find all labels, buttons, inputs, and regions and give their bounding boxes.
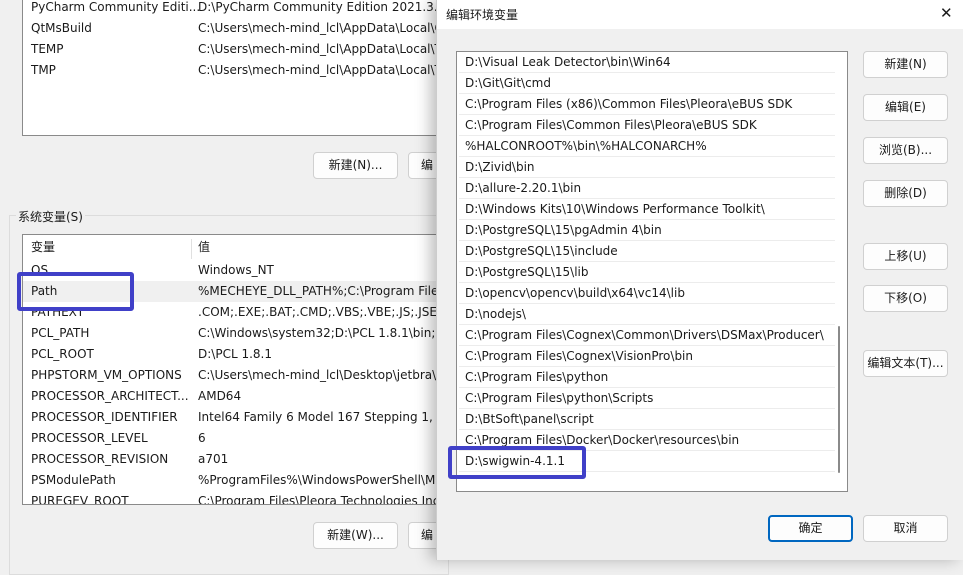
edit-text-button[interactable]: 编辑文本(T)... bbox=[863, 350, 948, 377]
table-row[interactable]: PSModulePath %ProgramFiles%\WindowsPowerS… bbox=[23, 470, 451, 491]
path-item[interactable]: D:\allure-2.20.1\bin bbox=[459, 178, 835, 199]
variable-value: C:\Windows\system32;D:\PCL 1.8.1\bin;D: bbox=[198, 326, 449, 340]
variable-value: C:\Users\mech-mind_lcl\Desktop\jetbra\v bbox=[198, 368, 444, 382]
user-new-button[interactable]: 新建(N)... bbox=[313, 152, 398, 179]
variable-value: a701 bbox=[198, 452, 229, 466]
user-variables-list[interactable]: PyCharm Community Editi... D:\PyCharm Com… bbox=[22, 0, 452, 136]
table-row[interactable]: PROCESSOR_LEVEL 6 bbox=[23, 428, 451, 449]
path-highlight-box bbox=[17, 272, 134, 311]
table-row[interactable]: PHPSTORM_VM_OPTIONS C:\Users\mech-mind_lc… bbox=[23, 365, 451, 386]
variable-name: PROCESSOR_REVISION bbox=[31, 452, 169, 466]
path-item[interactable]: %HALCONROOT%\bin\%HALCONARCH% bbox=[459, 136, 835, 157]
variable-value: C:\Users\mech-mind_lcl\AppData\Local\T bbox=[198, 63, 442, 77]
path-item[interactable]: D:\PostgreSQL\15\pgAdmin 4\bin bbox=[459, 220, 835, 241]
variable-name: PROCESSOR_IDENTIFIER bbox=[31, 410, 178, 424]
column-divider[interactable] bbox=[191, 239, 192, 259]
variable-value: Intel64 Family 6 Model 167 Stepping 1, G bbox=[198, 410, 446, 424]
variable-name: PROCESSOR_ARCHITECT... bbox=[31, 389, 189, 403]
path-item[interactable]: D:\Visual Leak Detector\bin\Win64 bbox=[459, 52, 835, 73]
cancel-button[interactable]: 取消 bbox=[863, 515, 948, 542]
variable-name: PHPSTORM_VM_OPTIONS bbox=[31, 368, 182, 382]
scrollbar-thumb[interactable] bbox=[838, 326, 840, 473]
table-row[interactable]: TMP C:\Users\mech-mind_lcl\AppData\Local\… bbox=[23, 60, 451, 81]
path-item[interactable]: D:\opencv\opencv\build\x64\vc14\lib bbox=[459, 283, 835, 304]
table-row[interactable]: PROCESSOR_REVISION a701 bbox=[23, 449, 451, 470]
variable-value: D:\PCL 1.8.1 bbox=[198, 347, 272, 361]
variable-value: %MECHEYE_DLL_PATH%;C:\Program Files bbox=[198, 284, 445, 298]
table-row[interactable]: PCL_PATH C:\Windows\system32;D:\PCL 1.8.1… bbox=[23, 323, 451, 344]
table-row[interactable]: PROCESSOR_ARCHITECT... AMD64 bbox=[23, 386, 451, 407]
table-row[interactable]: PROCESSOR_IDENTIFIER Intel64 Family 6 Mod… bbox=[23, 407, 451, 428]
path-item[interactable]: C:\Program Files\python bbox=[459, 367, 835, 388]
list-header: 变量 值 bbox=[23, 237, 451, 259]
variable-name: PSModulePath bbox=[31, 473, 116, 487]
variable-name: PCL_PATH bbox=[31, 326, 90, 340]
variable-value: 6 bbox=[198, 431, 206, 445]
path-item[interactable]: C:\Program Files\Cognex\Common\Drivers\D… bbox=[459, 325, 835, 346]
variable-name: PCL_ROOT bbox=[31, 347, 94, 361]
table-row[interactable]: TEMP C:\Users\mech-mind_lcl\AppData\Local… bbox=[23, 39, 451, 60]
variable-name: TEMP bbox=[31, 42, 64, 56]
edit-button[interactable]: 编辑(E) bbox=[863, 94, 948, 121]
browse-button[interactable]: 浏览(B)... bbox=[863, 137, 948, 164]
swigwin-highlight-box bbox=[448, 446, 586, 479]
variable-name: PROCESSOR_LEVEL bbox=[31, 431, 148, 445]
path-item[interactable]: C:\Program Files\python\Scripts bbox=[459, 388, 835, 409]
variable-value: C:\Users\mech-mind_lcl\AppData\Local\Q bbox=[198, 21, 444, 35]
variable-name: TMP bbox=[31, 63, 56, 77]
new-button[interactable]: 新建(N) bbox=[863, 51, 948, 78]
system-new-button[interactable]: 新建(W)... bbox=[313, 522, 398, 549]
delete-button[interactable]: 删除(D) bbox=[863, 180, 948, 207]
path-item[interactable]: C:\Program Files\Common Files\Pleora\eBU… bbox=[459, 115, 835, 136]
path-item[interactable]: D:\Git\Git\cmd bbox=[459, 73, 835, 94]
variable-value: AMD64 bbox=[198, 389, 242, 403]
table-row[interactable]: PCL_ROOT D:\PCL 1.8.1 bbox=[23, 344, 451, 365]
path-item[interactable]: C:\Program Files\Cognex\VisionPro\bin bbox=[459, 346, 835, 367]
variable-name: PyCharm Community Editi... bbox=[31, 0, 201, 14]
edit-env-dialog: 编辑环境变量 ✕ D:\swigwin-4.1.1 C:\Program File… bbox=[436, 0, 963, 560]
variable-value: .COM;.EXE;.BAT;.CMD;.VBS;.VBE;.JS;.JSE;.… bbox=[198, 305, 452, 319]
column-header-value[interactable]: 值 bbox=[198, 237, 210, 258]
variable-value: C:\Program Files\Pleora Technologies Inc bbox=[198, 494, 440, 505]
variable-value: %ProgramFiles%\WindowsPowerShell\Mo bbox=[198, 473, 443, 487]
dialog-title: 编辑环境变量 bbox=[446, 8, 519, 22]
path-item[interactable]: C:\Program Files (x86)\Common Files\Pleo… bbox=[459, 94, 835, 115]
path-item[interactable]: D:\nodejs\ bbox=[459, 304, 835, 325]
path-item[interactable]: D:\PostgreSQL\15\lib bbox=[459, 262, 835, 283]
variable-name: PUREGEV_ROOT bbox=[31, 494, 129, 505]
variable-value: C:\Users\mech-mind_lcl\AppData\Local\T bbox=[198, 42, 442, 56]
table-row[interactable]: PUREGEV_ROOT C:\Program Files\Pleora Tech… bbox=[23, 491, 451, 505]
path-item[interactable]: D:\Windows Kits\10\Windows Performance T… bbox=[459, 199, 835, 220]
ok-button[interactable]: 确定 bbox=[768, 515, 853, 542]
variable-value: D:\PyCharm Community Edition 2021.3.2\ bbox=[198, 0, 450, 14]
path-item[interactable]: D:\PostgreSQL\15\include bbox=[459, 241, 835, 262]
variable-name: QtMsBuild bbox=[31, 21, 92, 35]
table-row[interactable]: QtMsBuild C:\Users\mech-mind_lcl\AppData\… bbox=[23, 18, 451, 39]
variable-value: Windows_NT bbox=[198, 263, 274, 277]
path-item[interactable]: D:\BtSoft\panel\script bbox=[459, 409, 835, 430]
path-list[interactable]: D:\swigwin-4.1.1 C:\Program Files\Docker\… bbox=[456, 51, 848, 492]
table-row[interactable]: PyCharm Community Editi... D:\PyCharm Com… bbox=[23, 0, 451, 18]
move-down-button[interactable]: 下移(O) bbox=[863, 285, 948, 312]
move-up-button[interactable]: 上移(U) bbox=[863, 243, 948, 270]
close-icon[interactable]: ✕ bbox=[940, 4, 953, 22]
path-item[interactable]: D:\Zivid\bin bbox=[459, 157, 835, 178]
system-variables-label: 系统变量(S) bbox=[16, 208, 85, 225]
column-header-variable[interactable]: 变量 bbox=[31, 237, 55, 258]
